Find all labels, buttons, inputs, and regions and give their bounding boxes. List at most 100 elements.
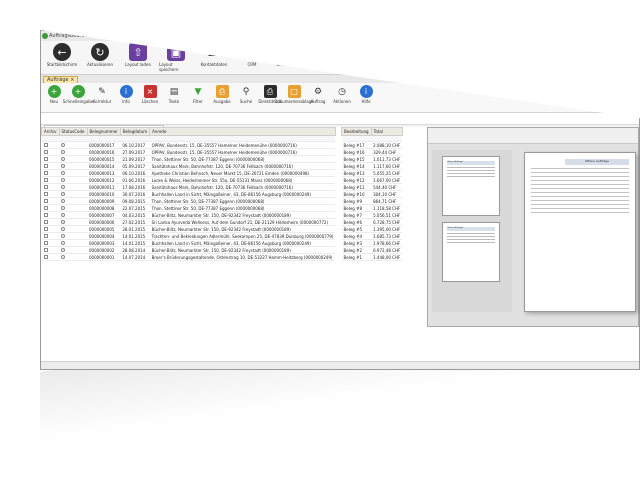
column-header[interactable]: Belegdatum [119,127,151,136]
table-row[interactable]: Beleg #4 1.685,73 CHF [341,232,403,240]
table-row[interactable]: 0000000001 14.07.2014 Broer's Brüderungsge… [41,253,336,261]
archive-checkbox[interactable] [41,141,60,149]
table-row[interactable]: 0000000004 14.01.2015 Trachten- und Beklei… [41,232,336,240]
table-row[interactable]: 0000000013 06.10.2016 Apotheke Christian B… [41,169,336,177]
table-row[interactable]: 0000000005 28.01.2015 Bücher-Blitz, Neumar… [41,225,336,233]
table-row[interactable]: Beleg #2 6.972,48 CHF [341,246,403,254]
crm-button[interactable]: ● CRM [235,43,269,72]
load-layout-button[interactable]: ⇧ Layout laden [121,43,155,72]
checkbox[interactable] [43,191,48,196]
archive-checkbox[interactable] [41,190,60,198]
checkbox[interactable] [43,212,48,217]
table-row[interactable]: Beleg #12 1.667,00 CHF [341,176,403,184]
checkbox[interactable] [43,177,48,182]
texts-button[interactable]: ▤ Texte [163,85,185,110]
table-row[interactable]: Beleg #11 544,40 CHF [341,183,403,191]
quick-entry-button[interactable]: + Schnelleingabe [63,85,93,110]
checkbox[interactable] [43,205,48,210]
new-task-button[interactable]: ✖ Neue Aufgabe [311,43,345,72]
table-row[interactable]: 0000000012 01.06.2016 Locke & Weiss, Heide… [41,176,336,184]
actions-button[interactable]: ◷ Aktionen [331,85,353,110]
column-header[interactable]: Bearbeitung [341,127,372,136]
table-row[interactable]: Beleg #1 1.448,00 CHF [341,253,403,261]
table-row[interactable]: Beleg #6 6.728,75 CHF [341,218,403,226]
checkbox[interactable] [43,226,48,231]
table-row[interactable]: Beleg #3 1.978,66 CHF [341,239,403,247]
refresh-button[interactable]: ↻ Aktualisieren [83,43,117,72]
edit-button[interactable]: ✎ Korrektur [91,85,113,110]
checkbox[interactable] [43,254,48,259]
table-row[interactable]: Beleg #7 5.056,51 CHF [341,211,403,219]
search-button[interactable]: ⚲ Suche [235,85,257,110]
table-row[interactable]: 0000000009 09.08.2015 Thon, Stettiner Str.… [41,197,336,205]
archive-checkbox[interactable] [41,253,60,261]
archive-checkbox[interactable] [41,218,60,226]
table-row[interactable]: 0000000003 14.01.2015 Buchhallen Land in S… [41,239,336,247]
table-row[interactable]: 0000000010 30.07.2016 Buchhallen Land in S… [41,190,336,198]
checkbox[interactable] [43,219,48,224]
column-header[interactable]: StatusCode [58,127,88,136]
column-header[interactable]: Archiv [41,127,60,136]
table-row[interactable]: 0000000011 17.08.2016 Sanitätshaus Mark, B… [41,183,336,191]
table-row[interactable]: 0000000017 06.10.2017 OPPAV, Bundesstr. 15… [41,141,336,149]
table-row[interactable]: 0000000008 22.07.2015 Thon, Stettiner Str.… [41,204,336,212]
close-icon[interactable]: × [70,77,74,83]
checkbox[interactable] [43,142,48,147]
table-row[interactable]: Beleg #17 2.088,10 CHF [341,141,403,149]
checkbox[interactable] [43,170,48,175]
table-row[interactable]: Beleg #9 864,71 CHF [341,197,403,205]
page-thumbnail[interactable]: Offene Aufträge [442,156,500,216]
table-row[interactable]: Beleg #13 5.055,25 CHF [341,169,403,177]
table-row[interactable]: Beleg #15 1.011,73 CHF [341,155,403,163]
table-row[interactable]: 0000000006 27.02.2015 Sri Lanka Ayurveda W… [41,218,336,226]
start-screen-button[interactable]: ← Startbildschirm [45,43,79,72]
page-thumbnail[interactable]: Offene Aufträge [442,222,500,282]
archive-checkbox[interactable] [41,155,60,163]
order-button[interactable]: ⚙ Auftrag [307,85,329,110]
filter-button[interactable]: ▼ Filter [187,85,209,110]
reminders-button[interactable]: ⏰ Erinnerungen [273,43,307,72]
archive-checkbox[interactable] [41,176,60,184]
checkbox[interactable] [43,247,48,252]
checkbox[interactable] [43,184,48,189]
table-row[interactable]: 0000000002 28.08.2014 Bücher-Blitz, Neumar… [41,246,336,254]
column-header[interactable]: Belegnummer [86,127,121,136]
column-header[interactable]: Total [370,127,403,136]
table-row[interactable]: Beleg #5 1.395,00 CHF [341,225,403,233]
archive-checkbox[interactable] [41,239,60,247]
help-button[interactable]: i Hilfe [355,85,377,110]
tab-orders[interactable]: Aufträge × [43,76,79,83]
direct-print-button[interactable]: ⎙ Direktdruck [258,85,282,110]
new-button[interactable]: + Neu [43,85,65,110]
table-row[interactable]: Beleg #8 1.118,58 CHF [341,204,403,212]
checkbox[interactable] [43,156,48,161]
archive-checkbox[interactable] [41,162,60,170]
archive-checkbox[interactable] [41,232,60,240]
document-storage-button[interactable]: □ Dokumentenablage [274,85,314,110]
column-header[interactable]: Anrede [149,127,336,136]
table-row[interactable]: 0000000014 05.09.2017 Sanitätshaus Mark, B… [41,162,336,170]
archive-checkbox[interactable] [41,169,60,177]
checkbox[interactable] [43,233,48,238]
archive-checkbox[interactable] [41,183,60,191]
checkbox[interactable] [43,240,48,245]
archive-checkbox[interactable] [41,225,60,233]
archive-checkbox[interactable] [41,148,60,156]
table-row[interactable]: Beleg #10 304,10 CHF [341,190,403,198]
table-row[interactable]: 0000000007 04.03.2015 Bücher-Blitz, Neumar… [41,211,336,219]
archive-checkbox[interactable] [41,204,60,212]
table-row[interactable]: 0000000015 21.09.2017 Thon, Stettiner Str.… [41,155,336,163]
contacts-button[interactable]: ☎ Kontaktdaten [197,43,231,72]
table-row[interactable]: Beleg #16 329,44 CHF [341,148,403,156]
save-layout-button[interactable]: ▣ Layout speichern [159,43,193,72]
output-button[interactable]: ⎙ Ausgabe [211,85,233,110]
checkbox[interactable] [43,198,48,203]
checkbox[interactable] [43,149,48,154]
table-row[interactable]: Beleg #14 1.117,60 CHF [341,162,403,170]
archive-checkbox[interactable] [41,197,60,205]
delete-button[interactable]: × Löschen [139,85,161,110]
table-row[interactable]: 0000000016 27.09.2017 OPPAV, Bundesstr. 15… [41,148,336,156]
info-button[interactable]: i Info [115,85,137,110]
checkbox[interactable] [43,163,48,168]
archive-checkbox[interactable] [41,246,60,254]
